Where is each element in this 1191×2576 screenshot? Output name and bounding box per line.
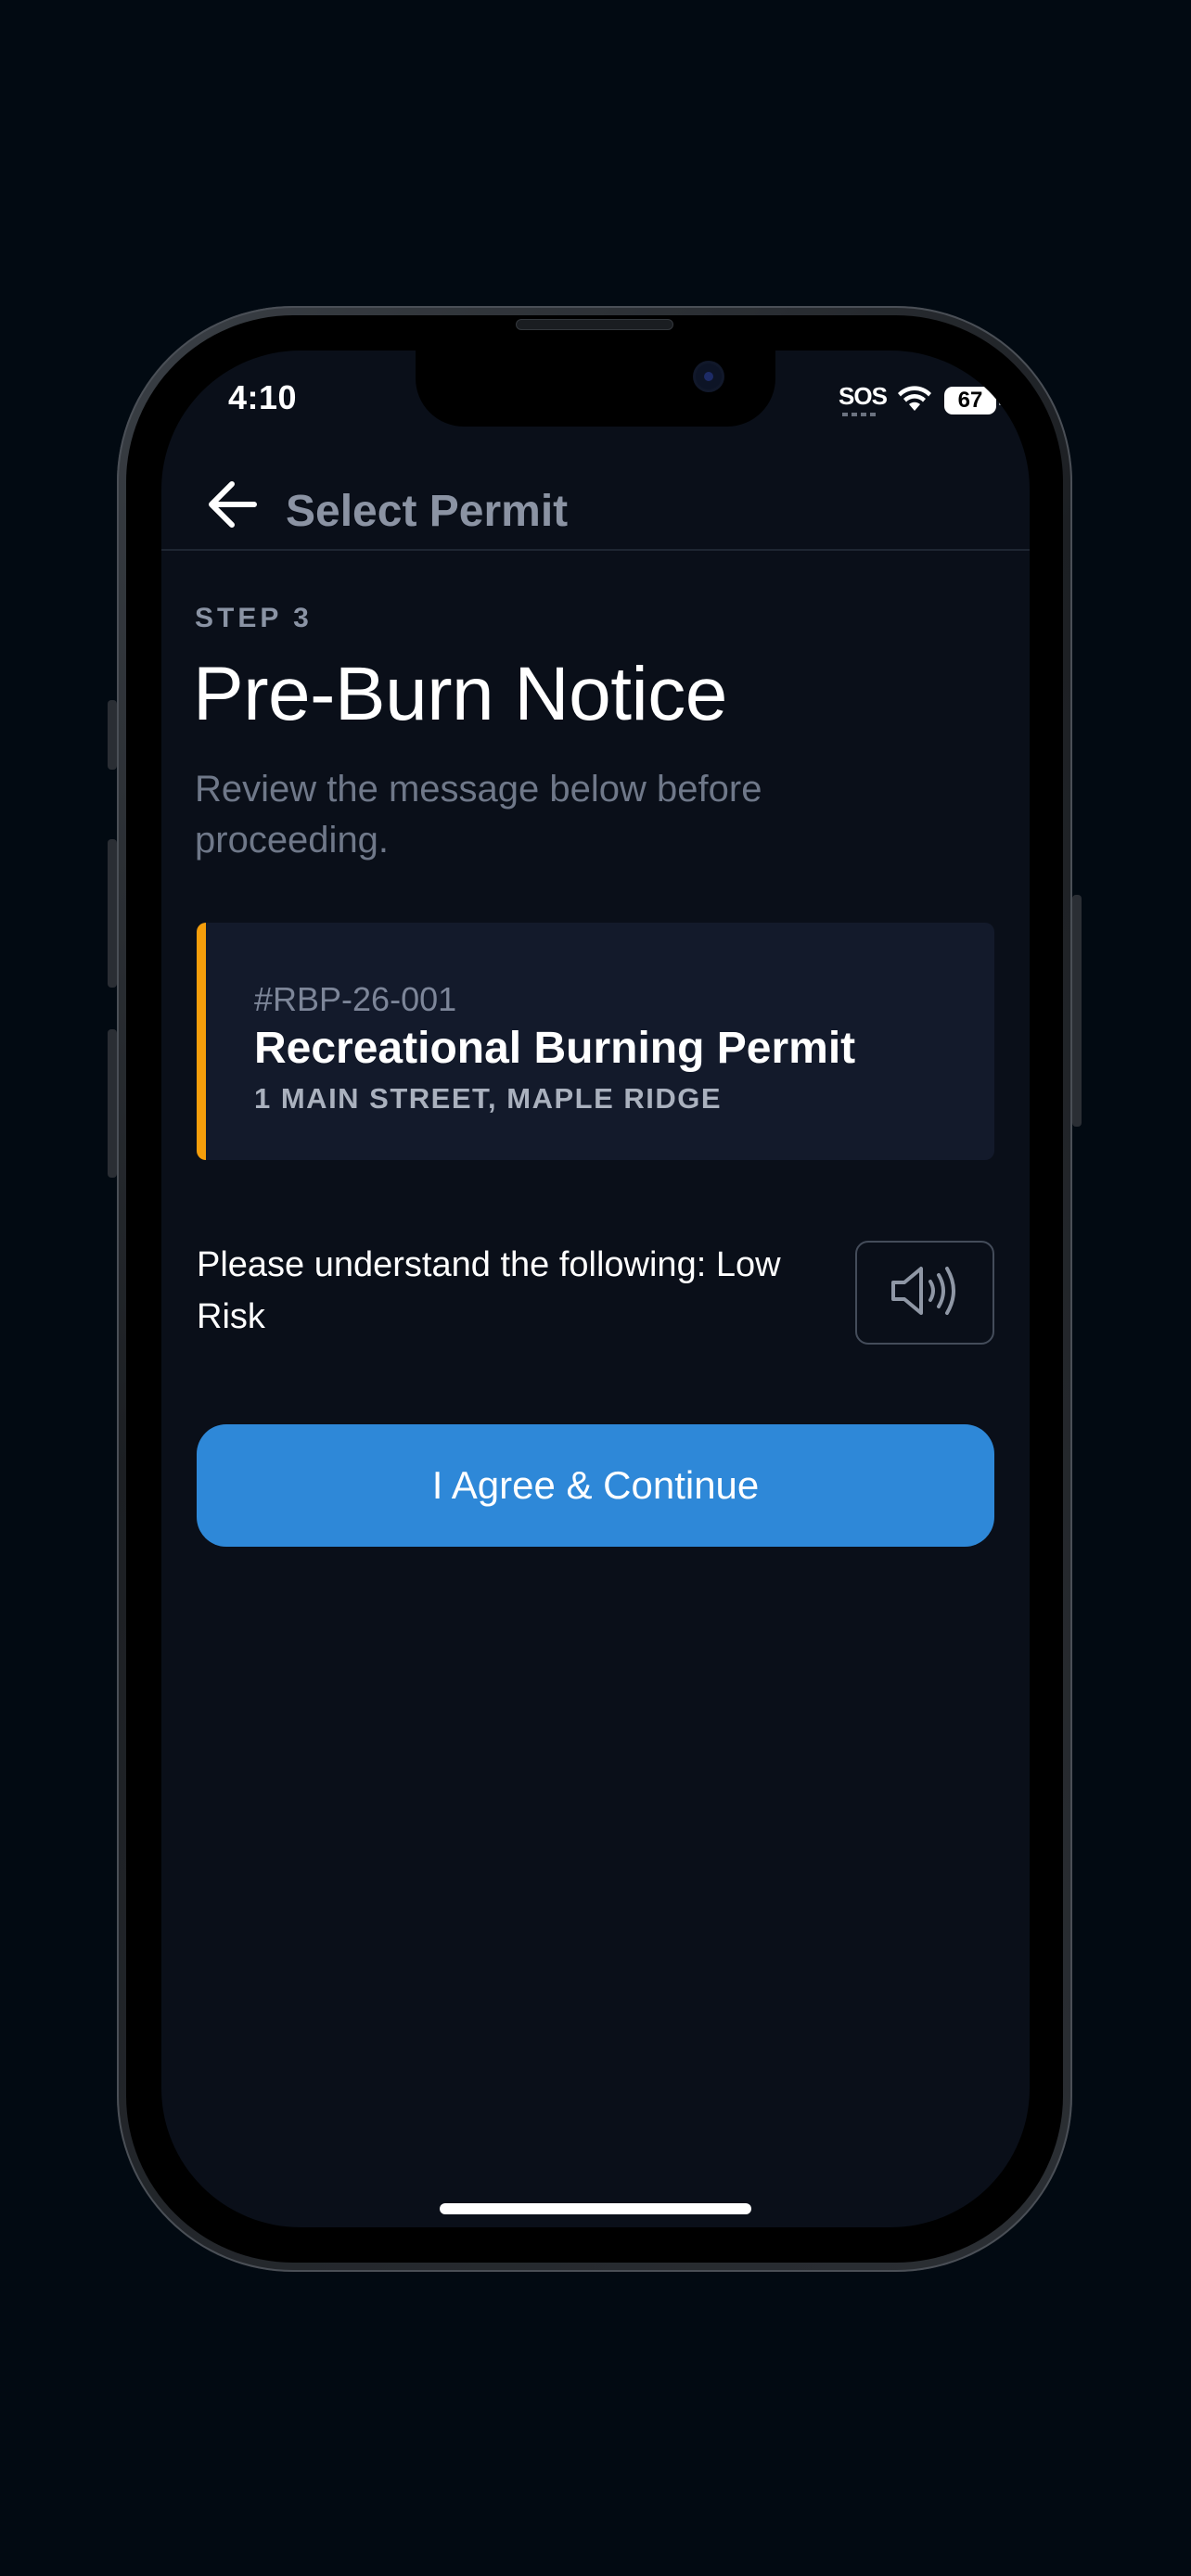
notice-text: Please understand the following: Low Ris… bbox=[197, 1245, 781, 1336]
status-indicators: SOS 67 bbox=[839, 382, 1002, 419]
battery-icon: 67 bbox=[944, 387, 1002, 414]
dynamic-notch bbox=[416, 351, 775, 427]
status-time: 4:10 bbox=[228, 378, 298, 416]
agree-continue-button[interactable]: I Agree & Continue bbox=[197, 1424, 994, 1547]
sos-label: SOS bbox=[839, 382, 888, 410]
arrow-left-icon bbox=[206, 480, 258, 533]
nav-header: Select Permit bbox=[161, 460, 1030, 551]
page: 4:10 SOS 67 Select Permit STEP 3 Pre-Bur… bbox=[0, 0, 1191, 2576]
permit-accent-bar bbox=[197, 923, 206, 1160]
play-audio-button[interactable] bbox=[855, 1241, 994, 1345]
battery-level: 67 bbox=[957, 388, 983, 413]
earpiece-speaker bbox=[516, 319, 673, 330]
sos-indicator: SOS bbox=[839, 382, 888, 419]
action-button bbox=[108, 700, 117, 770]
permit-name: Recreational Burning Permit bbox=[254, 1024, 856, 1073]
permit-number: #RBP-26-001 bbox=[254, 980, 457, 1018]
speaker-icon bbox=[890, 1263, 960, 1323]
volume-up-button bbox=[108, 839, 117, 988]
power-button bbox=[1072, 895, 1082, 1127]
home-indicator[interactable] bbox=[440, 2203, 751, 2214]
page-title: Pre-Burn Notice bbox=[193, 652, 727, 736]
page-subtitle: Review the message below before proceedi… bbox=[195, 769, 762, 861]
back-button[interactable] bbox=[204, 478, 260, 534]
permit-card: #RBP-26-001 Recreational Burning Permit … bbox=[197, 923, 994, 1160]
front-camera bbox=[696, 363, 722, 389]
permit-address: 1 MAIN STREET, MAPLE RIDGE bbox=[254, 1082, 723, 1115]
agree-button-label: I Agree & Continue bbox=[431, 1463, 760, 1507]
wifi-icon bbox=[896, 385, 933, 417]
header-title: Select Permit bbox=[286, 487, 569, 536]
signal-dots bbox=[842, 413, 879, 416]
app-screen: 4:10 SOS 67 Select Permit STEP 3 Pre-Bur… bbox=[161, 351, 1030, 2227]
volume-down-button bbox=[108, 1029, 117, 1178]
step-label: STEP 3 bbox=[195, 603, 313, 633]
